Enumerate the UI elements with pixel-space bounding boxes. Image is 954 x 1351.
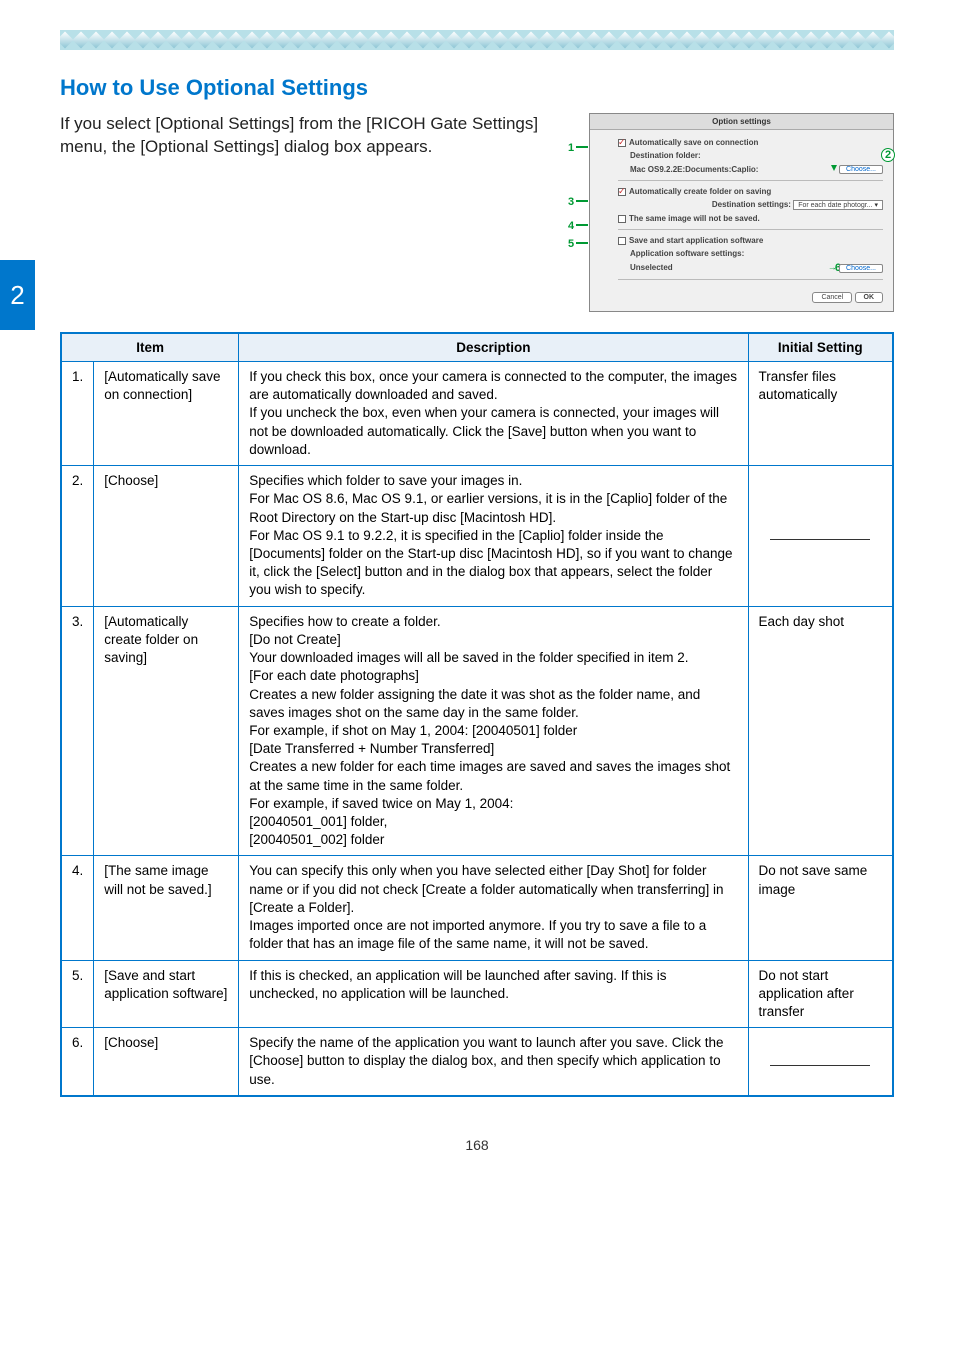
row-description: If you check this box, once your camera …: [239, 362, 748, 466]
row-item: [Automatically save on connection]: [94, 362, 239, 466]
table-row: 2.[Choose]Specifies which folder to save…: [61, 466, 893, 607]
table-row: 6.[Choose]Specify the name of the applic…: [61, 1028, 893, 1096]
cancel-button[interactable]: Cancel: [812, 292, 852, 303]
col-item-header: Item: [61, 333, 239, 362]
chapter-tab: 2: [0, 260, 35, 330]
row-initial: [748, 466, 893, 607]
decorative-border: [60, 30, 894, 50]
row-number: 6.: [61, 1028, 94, 1096]
blank-underline: [770, 1052, 870, 1066]
row-number: 2.: [61, 466, 94, 607]
choose-button-2[interactable]: Choose...: [839, 264, 883, 273]
page-number: 168: [60, 1137, 894, 1153]
callout-1: 1: [568, 142, 574, 154]
row-description: You can specify this only when you have …: [239, 856, 748, 960]
checkbox-icon: [618, 215, 626, 223]
choose-button-1[interactable]: Choose...: [839, 165, 883, 174]
table-row: 1.[Automatically save on connection]If y…: [61, 362, 893, 466]
ok-button[interactable]: OK: [855, 292, 884, 303]
row-number: 4.: [61, 856, 94, 960]
col-init-header: Initial Setting: [748, 333, 893, 362]
dest-settings-label: Destination settings:: [712, 200, 791, 209]
row-item: [The same image will not be saved.]: [94, 856, 239, 960]
row-number: 3.: [61, 606, 94, 856]
row-item: [Choose]: [94, 1028, 239, 1096]
row-description: Specify the name of the application you …: [239, 1028, 748, 1096]
option-settings-dialog: Option settings 1 2 3 4 5 6 Automaticall…: [589, 113, 894, 312]
app-value: Unselected: [630, 263, 673, 272]
checkbox-icon: [618, 237, 626, 245]
callout-5: 5: [568, 238, 574, 250]
row-description: Specifies which folder to save your imag…: [239, 466, 748, 607]
row-initial: Do not start application after transfer: [748, 960, 893, 1028]
save-start-label: Save and start application software: [629, 236, 763, 245]
col-desc-header: Description: [239, 333, 748, 362]
dest-folder-label: Destination folder:: [630, 151, 701, 160]
row-initial: [748, 1028, 893, 1096]
callout-4: 4: [568, 220, 574, 232]
table-row: 4.[The same image will not be saved.]You…: [61, 856, 893, 960]
auto-create-label: Automatically create folder on saving: [629, 187, 771, 196]
table-row: 5.[Save and start application software]I…: [61, 960, 893, 1028]
callout-3: 3: [568, 196, 574, 208]
intro-paragraph: If you select [Optional Settings] from t…: [60, 113, 569, 159]
dest-settings-select[interactable]: For each date photogr... ▾: [793, 200, 883, 210]
page-heading: How to Use Optional Settings: [60, 75, 894, 101]
row-description: Specifies how to create a folder.[Do not…: [239, 606, 748, 856]
row-item: [Automatically create folder on saving]: [94, 606, 239, 856]
checkbox-icon: [618, 139, 626, 147]
blank-underline: [770, 526, 870, 540]
row-description: If this is checked, an application will …: [239, 960, 748, 1028]
auto-save-label: Automatically save on connection: [629, 138, 758, 147]
row-initial: Each day shot: [748, 606, 893, 856]
row-number: 1.: [61, 362, 94, 466]
app-settings-label: Application software settings:: [630, 249, 744, 258]
dialog-title: Option settings: [590, 114, 893, 130]
table-row: 3.[Automatically create folder on saving…: [61, 606, 893, 856]
row-initial: Transfer files automatically: [748, 362, 893, 466]
checkbox-icon: [618, 188, 626, 196]
same-image-label: The same image will not be saved.: [629, 214, 760, 223]
row-number: 5.: [61, 960, 94, 1028]
row-item: [Choose]: [94, 466, 239, 607]
dest-path: Mac OS9.2.2E:Documents:Caplio:: [630, 165, 758, 174]
settings-table: Item Description Initial Setting 1.[Auto…: [60, 332, 894, 1097]
callout-2: 2: [881, 148, 895, 162]
row-initial: Do not save same image: [748, 856, 893, 960]
row-item: [Save and start application software]: [94, 960, 239, 1028]
arrow-down-icon: [831, 165, 837, 171]
